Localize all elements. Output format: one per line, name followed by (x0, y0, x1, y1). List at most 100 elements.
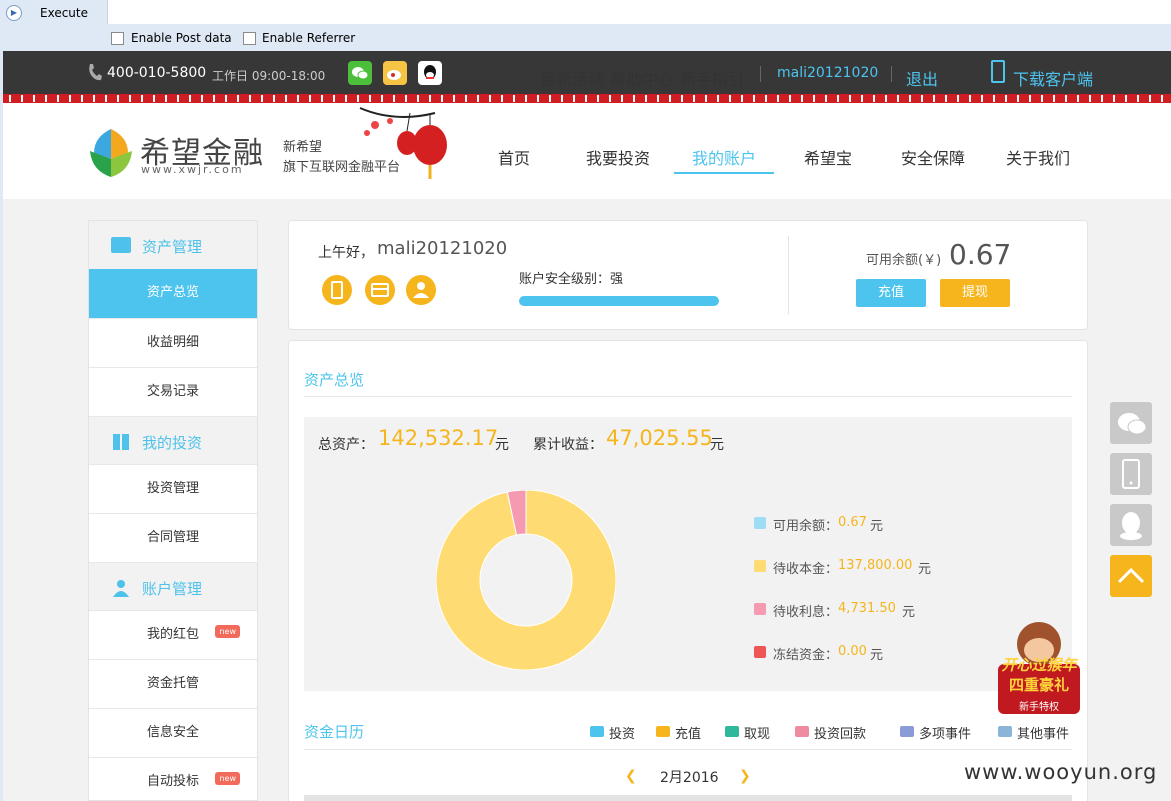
lantern-decoration (355, 103, 465, 189)
legend-label: 待收本金： (773, 562, 839, 577)
sidebar-item-income-details[interactable]: 收益明细 (89, 318, 257, 367)
account-username: mali20121020 (377, 238, 508, 259)
post-data-label: Enable Post data (131, 31, 232, 45)
nav-security[interactable]: 安全保障 (901, 145, 965, 169)
legend-value: 137,800.00 (838, 558, 913, 573)
nav-my-account[interactable]: 我的账户 (692, 145, 756, 169)
legend-icon (795, 726, 809, 737)
calendar-legend-label: 多项事件 (919, 727, 972, 742)
url-input[interactable] (107, 0, 1171, 24)
legend-unit: 元 (870, 648, 884, 663)
logo-url: www.xwjr.com (141, 163, 244, 176)
sidebar: 资产管理 资产总览 收益明细 交易记录 我的投资 投资管理 合同管理 账户管理 … (88, 220, 258, 801)
legend-label: 可用余额： (773, 519, 839, 534)
legend-label: 待收利息： (773, 605, 839, 620)
total-income-value: 47,025.55 (606, 426, 713, 450)
sidebar-item-contracts[interactable]: 合同管理 (89, 513, 257, 562)
legend-value: 4,731.50 (838, 601, 896, 616)
nav-active-indicator (674, 172, 774, 174)
calendar-legend-label: 投资 (609, 727, 636, 742)
calendar-legend-label: 投资回款 (814, 727, 867, 742)
calendar-header (304, 795, 1072, 801)
greeting: 上午好， (318, 245, 374, 261)
referrer-checkbox[interactable] (243, 32, 256, 45)
mobile-float-icon[interactable] (1110, 453, 1152, 495)
promo-badge[interactable]: 开心过猴年 四重豪礼 新手特权 (990, 618, 1088, 716)
new-badge: new (215, 625, 240, 638)
nav-xiwangbao[interactable]: 希望宝 (804, 145, 852, 169)
referrer-label: Enable Referrer (262, 31, 356, 45)
sidebar-item-asset-overview[interactable]: 资产总览 (89, 269, 257, 318)
sidebar-group-label: 我的投资 (142, 434, 203, 452)
legend-icon (656, 726, 670, 737)
sidebar-item-auto-bid[interactable]: 自动投标 new (89, 757, 257, 801)
overview-title: 资产总览 (304, 371, 365, 389)
legend-unit: 元 (870, 519, 884, 534)
legend-swatch (754, 560, 766, 572)
nav-about[interactable]: 关于我们 (1006, 145, 1070, 169)
legend-value: 0.67 (838, 515, 867, 530)
promo-line2: 四重豪礼 (1008, 676, 1069, 694)
legend-icon (900, 726, 914, 737)
sidebar-group-account: 账户管理 (89, 562, 257, 610)
wechat-float-icon[interactable] (1110, 402, 1152, 444)
legend-item: 冻结资金： 0.00 元 (754, 639, 1004, 663)
execute-button[interactable]: Execute (40, 6, 88, 20)
legend-icon (590, 726, 604, 737)
chart-legend: 可用余额： 0.67 元待收本金： 137,800.00 元待收利息： 4,731.50 元… (754, 510, 1004, 680)
legend-item: 可用余额： 0.67 元 (754, 510, 1004, 534)
calendar-legend: 投资 充值 取现 投资回款 多项事件 其他事件 (590, 722, 1080, 742)
calendar-legend-label: 其他事件 (1017, 727, 1070, 742)
prev-month-icon[interactable]: ❮ (625, 768, 637, 784)
username-link[interactable]: mali20121020 (777, 65, 878, 81)
mobile-icon (991, 60, 1005, 83)
recharge-button[interactable]: 充值 (856, 279, 926, 307)
sidebar-group-assets: 资产管理 (89, 221, 257, 269)
logout-link[interactable]: 退出 (906, 66, 938, 90)
legend-icon (725, 726, 739, 737)
next-month-icon[interactable]: ❯ (739, 768, 751, 784)
back-to-top-button[interactable] (1110, 555, 1152, 597)
sidebar-item-custody[interactable]: 资金托管 (89, 659, 257, 708)
total-assets-value: 142,532.17 (378, 426, 499, 450)
legend-value: 0.00 (838, 644, 867, 659)
slogan-line1: 新希望 (283, 140, 323, 155)
qq-icon[interactable] (418, 61, 442, 85)
sidebar-item-transactions[interactable]: 交易记录 (89, 367, 257, 416)
withdraw-button[interactable]: 提现 (940, 279, 1010, 307)
legend-swatch (754, 646, 766, 658)
weibo-icon[interactable] (383, 61, 407, 85)
phone-verify-icon[interactable] (322, 275, 352, 305)
decorative-border (3, 94, 1171, 103)
sidebar-item-invest-manage[interactable]: 投资管理 (89, 464, 257, 513)
sidebar-item-info-security[interactable]: 信息安全 (89, 708, 257, 757)
sidebar-item-red-packets[interactable]: 我的红包 new (89, 610, 257, 659)
total-income-unit: 元 (710, 437, 724, 453)
logo-icon[interactable] (88, 127, 134, 183)
nav-home[interactable]: 首页 (498, 145, 530, 169)
link-activities[interactable]: 最新活动 (540, 66, 604, 90)
download-app-link[interactable]: 下载客户端 (1013, 66, 1093, 90)
legend-unit: 元 (918, 562, 932, 577)
qq-float-icon[interactable] (1110, 504, 1152, 546)
total-assets-label: 总资产： (318, 437, 374, 453)
wechat-icon[interactable] (348, 61, 372, 85)
calendar-title: 资金日历 (304, 723, 365, 741)
divider (304, 396, 1072, 397)
bank-card-icon[interactable] (365, 275, 395, 305)
wallet-icon (111, 237, 131, 253)
watermark: www.wooyun.org (964, 760, 1158, 784)
identity-icon[interactable] (406, 275, 436, 305)
legend-unit: 元 (902, 605, 916, 620)
post-data-checkbox[interactable] (111, 32, 124, 45)
link-help[interactable]: 帮助中心 (610, 66, 674, 90)
link-guide[interactable]: 新手指引 (680, 66, 744, 90)
divider (760, 66, 761, 82)
expand-icon[interactable]: ▶ (6, 5, 22, 21)
divider (891, 66, 892, 82)
nav-invest[interactable]: 我要投资 (586, 145, 650, 169)
sidebar-item-label: 我的红包 (146, 627, 199, 642)
calendar-month: 2月2016 (660, 770, 719, 786)
legend-item: 待收本金： 137,800.00 元 (754, 553, 1004, 577)
promo-line1: 开心过猴年 (1001, 656, 1077, 674)
